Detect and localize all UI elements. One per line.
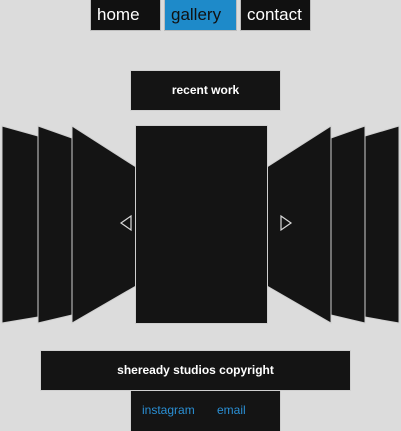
- carousel-item[interactable]: [1, 125, 39, 324]
- gallery-carousel: [0, 120, 401, 330]
- nav-gallery-button[interactable]: gallery: [164, 0, 237, 31]
- instagram-link[interactable]: instagram: [142, 403, 195, 417]
- carousel-item[interactable]: [37, 125, 73, 324]
- carousel-item-center[interactable]: [135, 125, 268, 324]
- nav-contact-button[interactable]: contact: [240, 0, 311, 31]
- carousel-item[interactable]: [330, 125, 366, 324]
- footer-copyright: sheready studios copyright: [40, 350, 351, 391]
- carousel-item[interactable]: [71, 125, 137, 324]
- nav-home-button[interactable]: home: [90, 0, 161, 31]
- carousel-item[interactable]: [364, 125, 400, 324]
- carousel-canvas: [1, 125, 400, 324]
- email-link[interactable]: email: [217, 403, 246, 417]
- carousel-item[interactable]: [266, 125, 332, 324]
- footer-links: instagram email: [130, 390, 281, 431]
- section-title: recent work: [130, 70, 281, 111]
